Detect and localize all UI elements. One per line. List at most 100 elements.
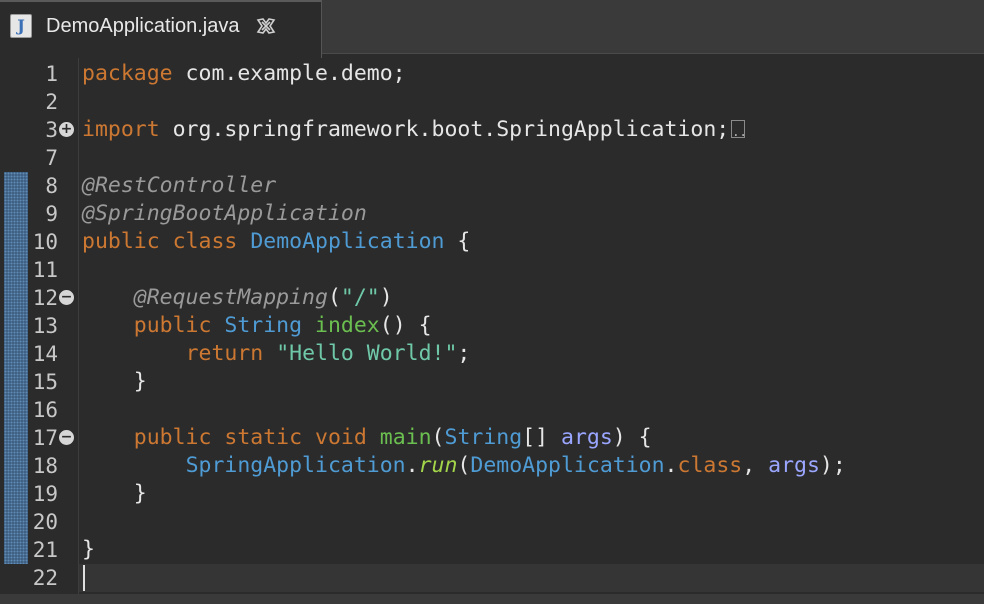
tab-label: DemoApplication.java <box>46 14 240 37</box>
code-line: package com.example.demo; <box>82 60 406 88</box>
line-number: 1 <box>45 62 58 86</box>
code-line: import org.springframework.boot.SpringAp… <box>82 116 747 146</box>
line-number: 10 <box>32 230 58 254</box>
code-token: ) <box>379 285 393 310</box>
code-token: { <box>444 229 471 254</box>
code-token: index <box>315 313 380 338</box>
code-token: "Hello World!" <box>276 341 458 366</box>
code-token: @RestController <box>82 173 277 198</box>
code-token: } <box>82 369 147 394</box>
code-token: class <box>677 453 743 478</box>
code-line: @SpringBootApplication <box>82 200 367 228</box>
code-line: @RequestMapping("/") <box>82 284 393 312</box>
code-line: } <box>82 368 147 396</box>
code-line: public class DemoApplication { <box>82 228 470 256</box>
line-number: 7 <box>45 146 58 170</box>
code-token: public <box>82 229 160 254</box>
code-token: } <box>82 537 95 562</box>
code-token: @RequestMapping <box>133 285 328 310</box>
code-token: return <box>185 341 264 366</box>
line-number: 13 <box>32 314 58 338</box>
line-number: 18 <box>32 454 58 478</box>
code-line: public static void main(String[] args) { <box>82 424 652 452</box>
code-token: void <box>315 425 367 450</box>
collapsed-imports-marker[interactable] <box>731 118 747 146</box>
code-line: } <box>82 536 95 564</box>
code-token: ; <box>457 341 471 366</box>
line-number: 21 <box>32 538 58 562</box>
code-line: } <box>82 480 147 508</box>
code-token: String <box>224 313 303 338</box>
code-token: static <box>224 425 303 450</box>
java-file-icon: J <box>10 14 32 38</box>
change-ruler <box>4 172 28 564</box>
code-token: ( <box>457 453 471 478</box>
line-number: 14 <box>32 342 58 366</box>
code-line: return "Hello World!"; <box>82 340 471 368</box>
line-number: 12 <box>32 286 58 310</box>
collapse-fold-icon[interactable]: − <box>59 430 74 445</box>
code-token: import <box>82 117 160 142</box>
line-number: 22 <box>32 566 58 590</box>
code-token: . <box>664 453 678 478</box>
code-token: com.example.demo; <box>172 61 406 86</box>
code-line: SpringApplication.run(DemoApplication.cl… <box>82 452 846 480</box>
code-token: args <box>768 453 820 478</box>
tab-bar: J DemoApplication.java <box>0 0 984 60</box>
close-icon[interactable] <box>255 15 277 37</box>
code-token: ) { <box>612 425 652 450</box>
code-token: ( <box>431 425 445 450</box>
code-line: public String index() { <box>82 312 432 340</box>
code-token: String <box>444 425 523 450</box>
line-number: 15 <box>32 370 58 394</box>
code-token: , <box>742 453 769 478</box>
line-number: 16 <box>32 398 58 422</box>
code-token: . <box>405 453 419 478</box>
code-token: run <box>418 453 458 478</box>
line-number: 19 <box>32 482 58 506</box>
code-token: SpringApplication <box>185 453 406 478</box>
line-number: 3 <box>45 118 58 142</box>
code-editor[interactable]: 1 2 3 +7 8 9 10 11 12−13 14 15 16 17−18 19 20 21 22 pack… <box>0 58 984 594</box>
code-token: org.springframework.boot.SpringApplicati… <box>159 117 730 142</box>
collapse-fold-icon[interactable]: − <box>59 290 74 305</box>
code-line: @RestController <box>82 172 276 200</box>
code-token: } <box>82 481 147 506</box>
expand-fold-icon[interactable]: + <box>59 122 74 137</box>
line-number: 9 <box>45 202 58 226</box>
code-token: package <box>82 61 173 86</box>
code-token: args <box>561 425 613 450</box>
tab-demo-application[interactable]: J DemoApplication.java <box>0 0 322 60</box>
code-area[interactable]: package com.example.demo; import org.spri… <box>82 58 982 594</box>
code-token: ( <box>327 285 341 310</box>
line-number: 17 <box>32 426 58 450</box>
code-token: public <box>133 313 212 338</box>
line-number: 11 <box>32 258 58 282</box>
line-number: 2 <box>45 90 58 114</box>
code-token: @SpringBootApplication <box>82 201 367 226</box>
line-number: 8 <box>45 174 58 198</box>
code-token: DemoApplication <box>470 453 665 478</box>
code-token: () { <box>379 313 432 338</box>
line-number-gutter: 1 2 3 +7 8 9 10 11 12−13 14 15 16 17−18 19 20 21 22 <box>0 58 79 594</box>
editor-window: J DemoApplication.java 1 2 3 +7 8 9 10 11 12−13 1… <box>0 0 984 604</box>
code-token: class <box>172 229 238 254</box>
code-token: ); <box>819 453 846 478</box>
code-token: [] <box>522 425 562 450</box>
code-token: "/" <box>340 285 380 310</box>
bottom-strip <box>0 594 984 604</box>
code-token: public <box>133 425 212 450</box>
code-token: DemoApplication <box>250 229 445 254</box>
